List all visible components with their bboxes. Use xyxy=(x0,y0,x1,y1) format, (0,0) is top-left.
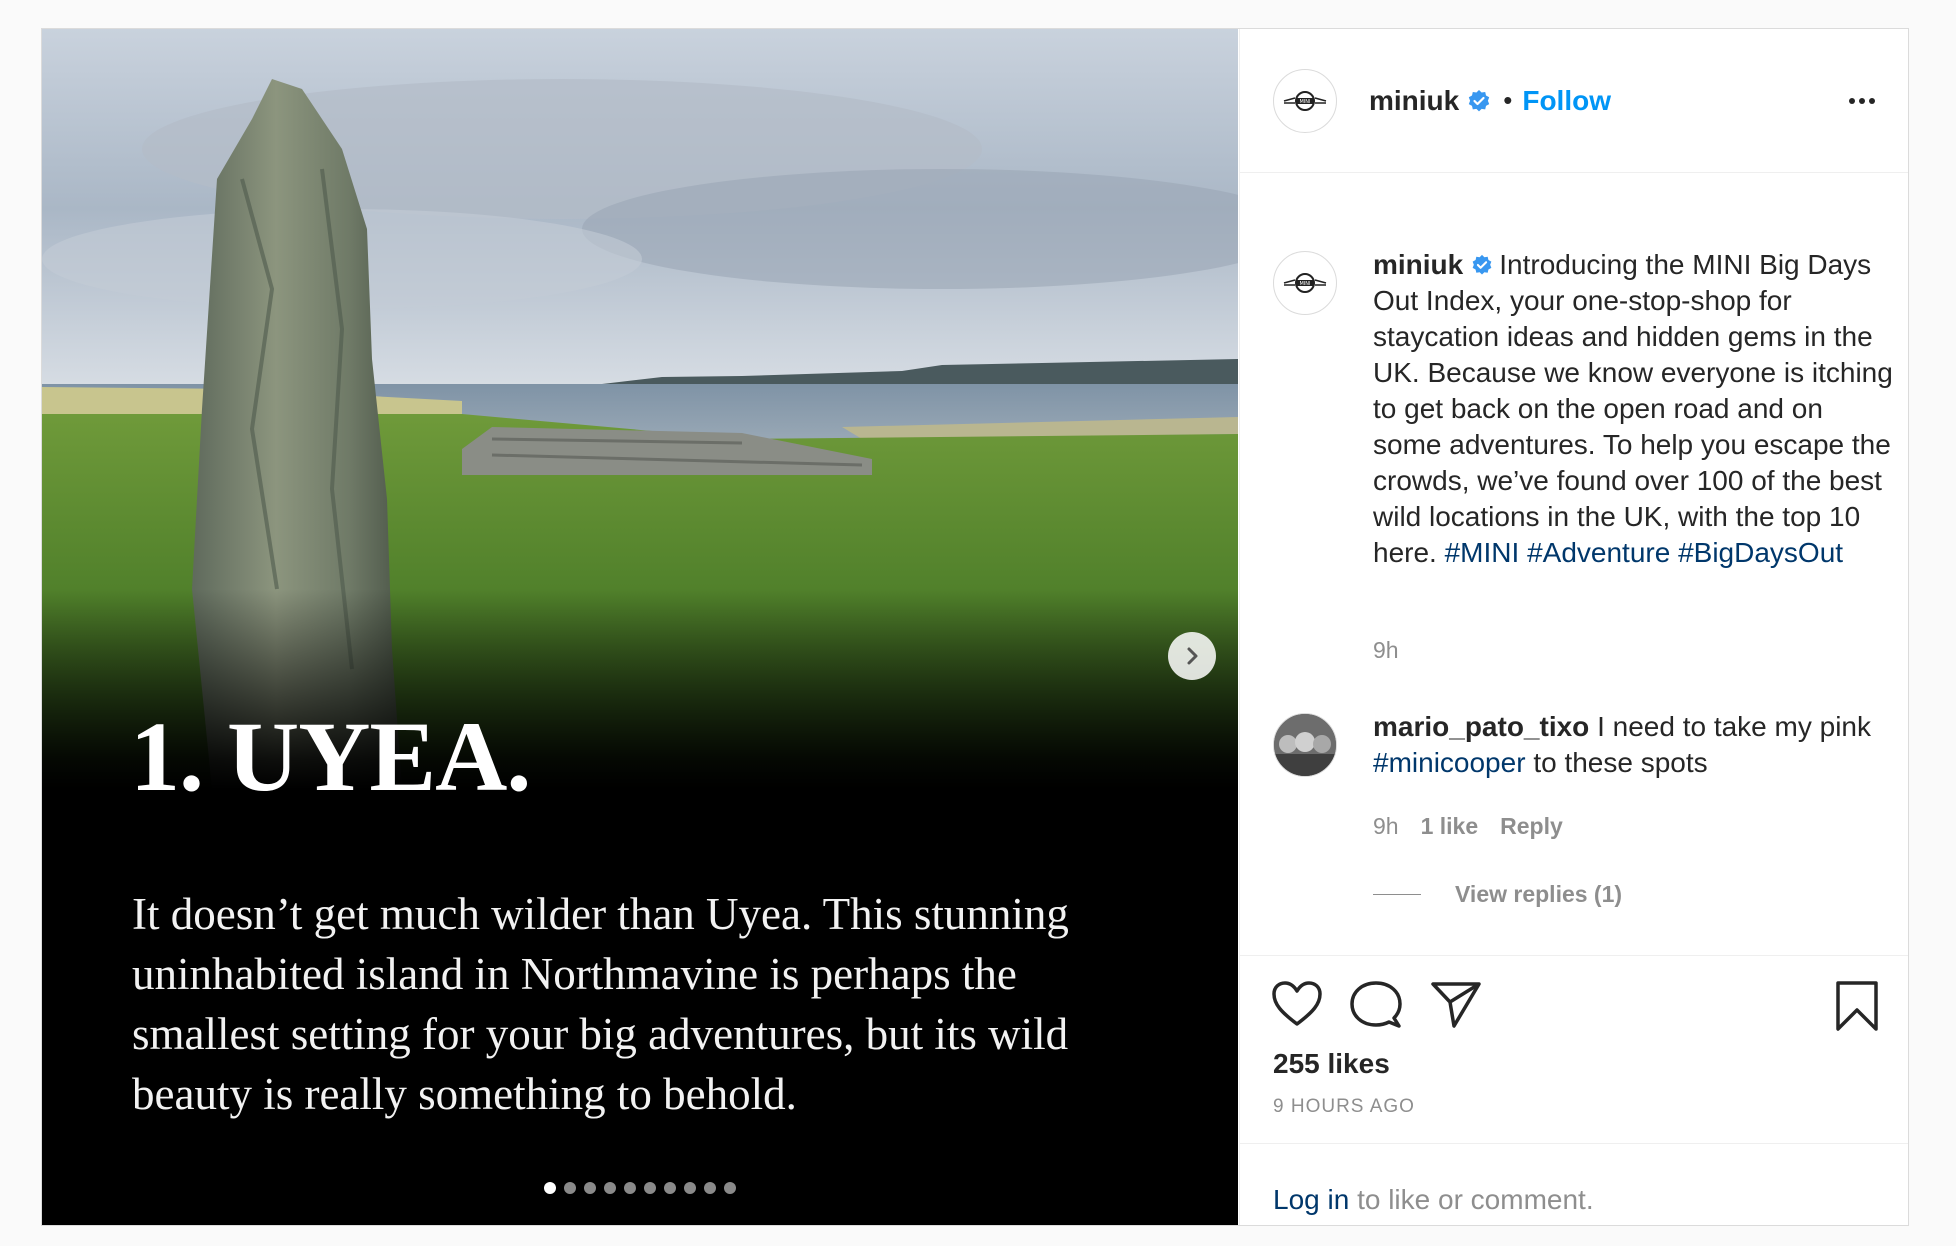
chevron-right-icon xyxy=(1187,647,1198,665)
svg-text:MINI: MINI xyxy=(1299,281,1310,287)
comment-text: mario_pato_tixo I need to take my pink #… xyxy=(1373,709,1893,781)
next-slide-button[interactable] xyxy=(1168,632,1216,680)
slide-title: 1. UYEA. xyxy=(130,701,531,812)
comments-section[interactable]: MINI miniuk Introducing the MINI Big Day… xyxy=(1240,173,1908,955)
view-replies-label: View replies (1) xyxy=(1455,881,1623,907)
comment-timestamp[interactable]: 9h xyxy=(1373,813,1399,840)
comment: mario_pato_tixo I need to take my pink #… xyxy=(1273,711,1893,781)
carousel-dot xyxy=(704,1182,716,1194)
verified-badge-icon xyxy=(1469,89,1490,111)
heart-icon[interactable] xyxy=(1271,980,1323,1028)
svg-text:MINI: MINI xyxy=(1299,99,1310,105)
login-prompt-text: to like or comment. xyxy=(1357,1184,1594,1215)
comment-meta: 9h 1 like Reply xyxy=(1373,813,1563,840)
divider-line xyxy=(1373,894,1421,895)
profile-photo-icon xyxy=(1274,714,1336,776)
hashtag-link[interactable]: #minicooper xyxy=(1373,747,1526,778)
caption-meta: 9h xyxy=(1373,637,1399,664)
follow-button[interactable]: Follow xyxy=(1522,85,1611,117)
carousel-dot xyxy=(564,1182,576,1194)
bookmark-icon[interactable] xyxy=(1834,980,1880,1032)
like-count[interactable]: 255 likes xyxy=(1273,1048,1390,1080)
carousel-dot xyxy=(664,1182,676,1194)
comment-body: I need to take my pink xyxy=(1597,711,1871,742)
reply-button[interactable]: Reply xyxy=(1500,813,1563,840)
hashtag-link[interactable]: #Adventure xyxy=(1527,537,1670,568)
caption-text: miniuk Introducing the MINI Big Days Out… xyxy=(1373,247,1893,571)
view-replies-button[interactable]: View replies (1) xyxy=(1373,881,1622,908)
avatar[interactable]: MINI xyxy=(1273,68,1337,133)
slide-description: It doesn’t get much wilder than Uyea. Th… xyxy=(132,889,1069,1119)
carousel-dot xyxy=(624,1182,636,1194)
mini-logo-icon: MINI xyxy=(1283,90,1327,111)
post-timestamp[interactable]: 9 HOURS AGO xyxy=(1273,1096,1415,1118)
carousel-dot xyxy=(644,1182,656,1194)
carousel-dot xyxy=(684,1182,696,1194)
caption-body: Introducing the MINI Big Days Out Index,… xyxy=(1373,249,1893,568)
hashtag-link[interactable]: #BigDaysOut xyxy=(1678,537,1843,568)
header-separator: • xyxy=(1503,85,1513,115)
post-side-panel: MINI miniuk • Follow MINI miniuk Introdu… xyxy=(1239,29,1908,1225)
instagram-post: 1. UYEA. It doesn’t get much wilder than… xyxy=(41,28,1909,1226)
action-bar: 255 likes 9 HOURS AGO xyxy=(1240,955,1908,1143)
login-prompt: Log in to like or comment. xyxy=(1240,1143,1908,1225)
commenter-avatar[interactable] xyxy=(1273,713,1337,777)
caption: MINI miniuk Introducing the MINI Big Day… xyxy=(1273,249,1893,571)
hashtag-link[interactable]: #MINI xyxy=(1445,537,1520,568)
carousel-dot xyxy=(604,1182,616,1194)
avatar[interactable]: MINI xyxy=(1273,251,1337,315)
post-media[interactable]: 1. UYEA. It doesn’t get much wilder than… xyxy=(42,29,1238,1225)
caption-username[interactable]: miniuk xyxy=(1373,249,1463,280)
comment-body-end: to these spots xyxy=(1533,747,1708,778)
carousel-dot xyxy=(584,1182,596,1194)
post-header: MINI miniuk • Follow xyxy=(1240,29,1908,173)
comment-icon[interactable] xyxy=(1350,980,1402,1030)
comment-username[interactable]: mario_pato_tixo xyxy=(1373,711,1589,742)
comment-likes[interactable]: 1 like xyxy=(1421,813,1479,840)
mini-logo-icon: MINI xyxy=(1283,273,1327,293)
verified-badge-icon xyxy=(1472,254,1492,275)
carousel-dot-active xyxy=(544,1182,556,1194)
more-options-icon[interactable] xyxy=(1846,85,1878,117)
carousel-dot xyxy=(724,1182,736,1194)
carousel-indicator xyxy=(544,1182,736,1194)
share-icon[interactable] xyxy=(1430,980,1482,1030)
login-link[interactable]: Log in xyxy=(1273,1184,1349,1215)
header-username[interactable]: miniuk xyxy=(1369,85,1459,117)
caption-timestamp[interactable]: 9h xyxy=(1373,637,1399,664)
